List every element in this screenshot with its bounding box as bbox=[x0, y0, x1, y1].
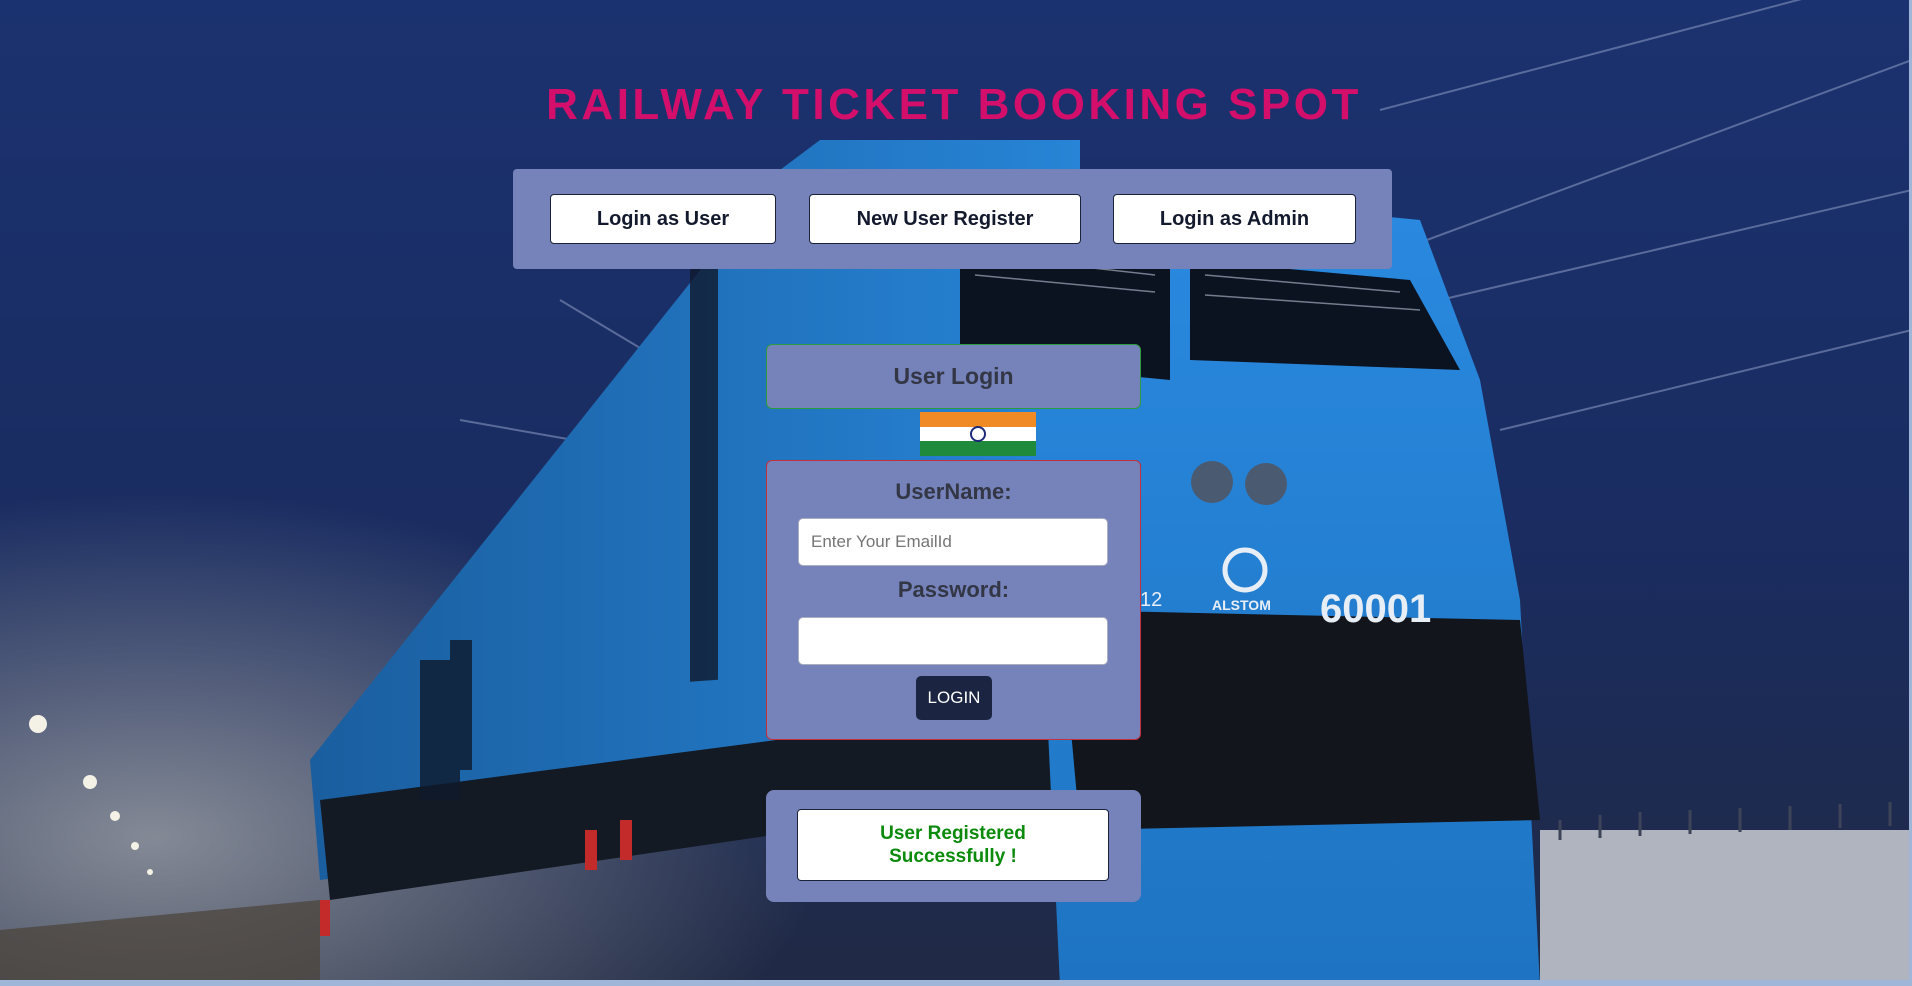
login-as-admin-button[interactable]: Login as Admin bbox=[1113, 194, 1356, 244]
page-title: RAILWAY TICKET BOOKING SPOT bbox=[546, 80, 1362, 129]
password-input[interactable] bbox=[798, 617, 1108, 665]
login-form: UserName: Password: LOGIN bbox=[766, 460, 1141, 740]
alstom-logo-text: ALSTOM bbox=[1212, 597, 1271, 613]
password-label: Password: bbox=[897, 577, 1010, 602]
locomotive-number: 60001 bbox=[1320, 587, 1431, 631]
registration-success-message: User Registered Successfully ! bbox=[797, 809, 1109, 881]
locomotive-unit-code: 12 bbox=[1140, 589, 1162, 611]
login-submit-button[interactable]: LOGIN bbox=[916, 676, 992, 720]
new-user-register-button[interactable]: New User Register bbox=[809, 194, 1081, 244]
username-label: UserName: bbox=[895, 479, 1012, 504]
login-heading: User Login bbox=[766, 344, 1141, 409]
message-panel: User Registered Successfully ! bbox=[766, 790, 1141, 902]
username-input[interactable] bbox=[798, 518, 1108, 566]
login-as-user-button[interactable]: Login as User bbox=[550, 194, 776, 244]
navigation-bar: Login as User New User Register Login as… bbox=[513, 169, 1392, 269]
